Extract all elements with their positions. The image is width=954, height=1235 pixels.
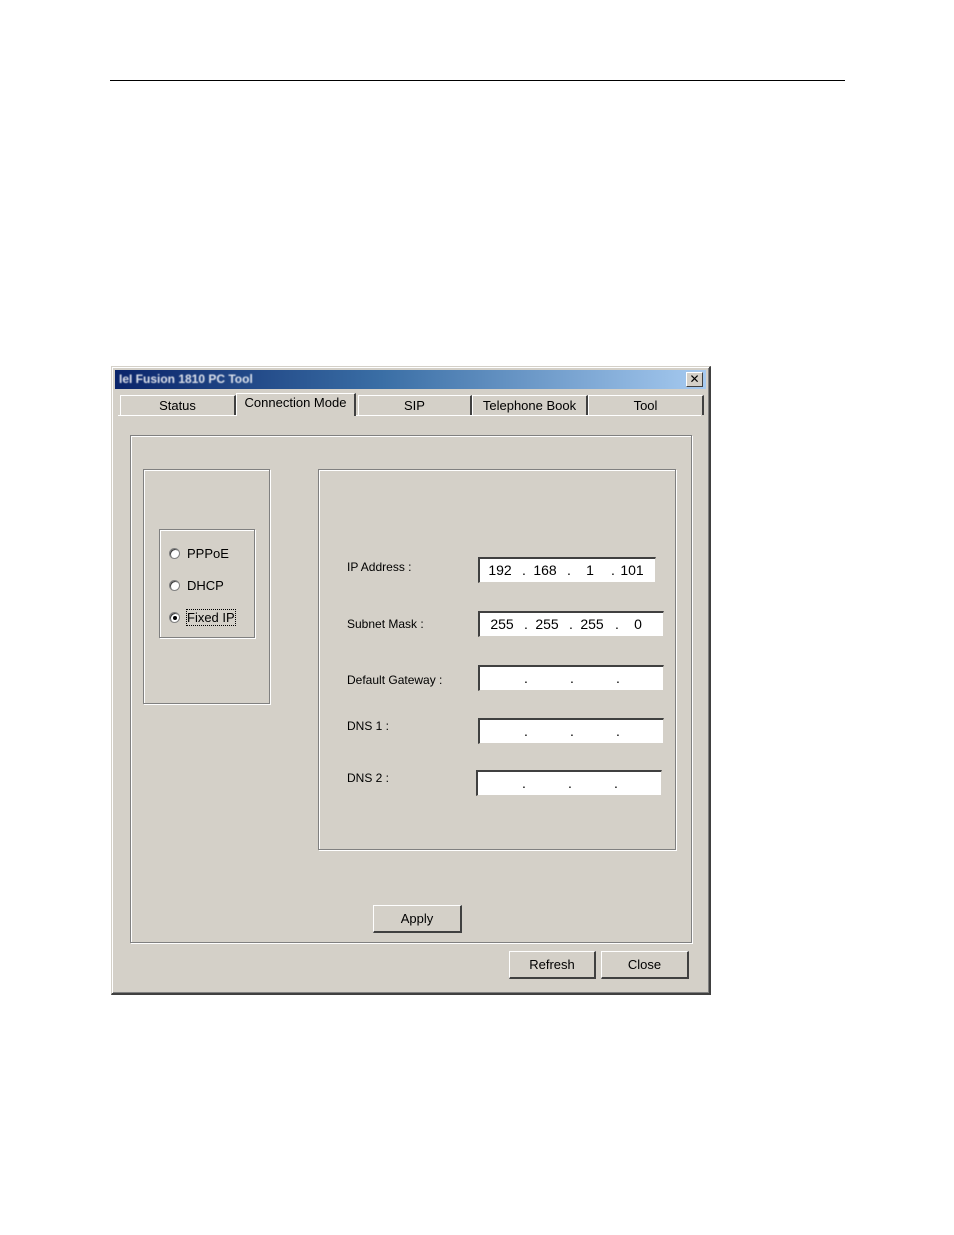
tab-connection-mode[interactable]: Connection Mode (236, 393, 356, 416)
radio-dot-icon (173, 616, 177, 620)
dns1-input[interactable]: . . . (478, 718, 664, 744)
apply-button[interactable]: Apply (373, 905, 462, 933)
octet-separator: . (568, 775, 572, 791)
tab-label: Connection Mode (244, 395, 347, 410)
ip-address-input[interactable]: 192 . 168 . 1 . 101 (478, 557, 656, 583)
close-icon: ✕ (689, 372, 700, 386)
octet-separator: . (616, 723, 620, 739)
default-gateway-label: Default Gateway : (347, 673, 443, 687)
close-button[interactable]: Close (601, 951, 689, 979)
tab-label: Tool (633, 398, 658, 413)
tab-telephone-book[interactable]: Telephone Book (472, 395, 588, 415)
tab-sip[interactable]: SIP (358, 395, 472, 415)
octet: 1 (586, 562, 594, 578)
octet-separator: . (569, 616, 573, 632)
octet-separator: . (522, 775, 526, 791)
octet: 168 (533, 562, 557, 578)
refresh-button[interactable]: Refresh (509, 951, 596, 979)
radio-label: Fixed IP (186, 609, 236, 626)
octet: 101 (620, 562, 644, 578)
octet: 192 (488, 562, 512, 578)
ip-address-label: IP Address : (347, 560, 412, 574)
octet-separator: . (524, 723, 528, 739)
tab-baseline (118, 415, 701, 416)
octet: 0 (634, 616, 642, 632)
dns2-label: DNS 2 : (347, 771, 390, 785)
octet-separator: . (616, 670, 620, 686)
octet: 255 (580, 616, 604, 632)
subnet-mask-label: Subnet Mask : (347, 617, 424, 631)
tab-strip: Status Connection Mode SIP Telephone Boo… (118, 393, 704, 416)
octet-separator: . (524, 670, 528, 686)
title-bar[interactable]: IeI Fusion 1810 PC Tool ✕ (115, 370, 706, 389)
octet: 255 (535, 616, 559, 632)
pc-tool-window: IeI Fusion 1810 PC Tool ✕ Status Connect… (111, 366, 711, 995)
octet: 255 (490, 616, 514, 632)
octet-separator: . (522, 562, 526, 578)
tab-label: SIP (404, 398, 425, 413)
octet-separator: . (570, 723, 574, 739)
default-gateway-input[interactable]: . . . (478, 665, 664, 691)
radio-label: PPPoE (187, 546, 229, 561)
octet-separator: . (615, 616, 619, 632)
radio-button[interactable] (169, 548, 180, 559)
octet-separator: . (567, 562, 571, 578)
subnet-mask-input[interactable]: 255 . 255 . 255 . 0 (478, 611, 664, 637)
tab-tool[interactable]: Tool (588, 395, 704, 415)
dns2-input[interactable]: . . . (476, 770, 662, 796)
page-rule (110, 80, 845, 81)
window-title: IeI Fusion 1810 PC Tool (119, 372, 253, 386)
radio-button[interactable] (169, 580, 180, 591)
octet-separator: . (524, 616, 528, 632)
octet-separator: . (570, 670, 574, 686)
tab-label: Telephone Book (482, 398, 577, 413)
radio-label: DHCP (187, 578, 224, 593)
dns1-label: DNS 1 : (347, 719, 390, 733)
tab-label: Status (159, 398, 196, 413)
close-window-button[interactable]: ✕ (686, 372, 703, 387)
radio-button-selected[interactable] (169, 612, 180, 623)
tab-status[interactable]: Status (120, 395, 236, 415)
octet-separator: . (614, 775, 618, 791)
